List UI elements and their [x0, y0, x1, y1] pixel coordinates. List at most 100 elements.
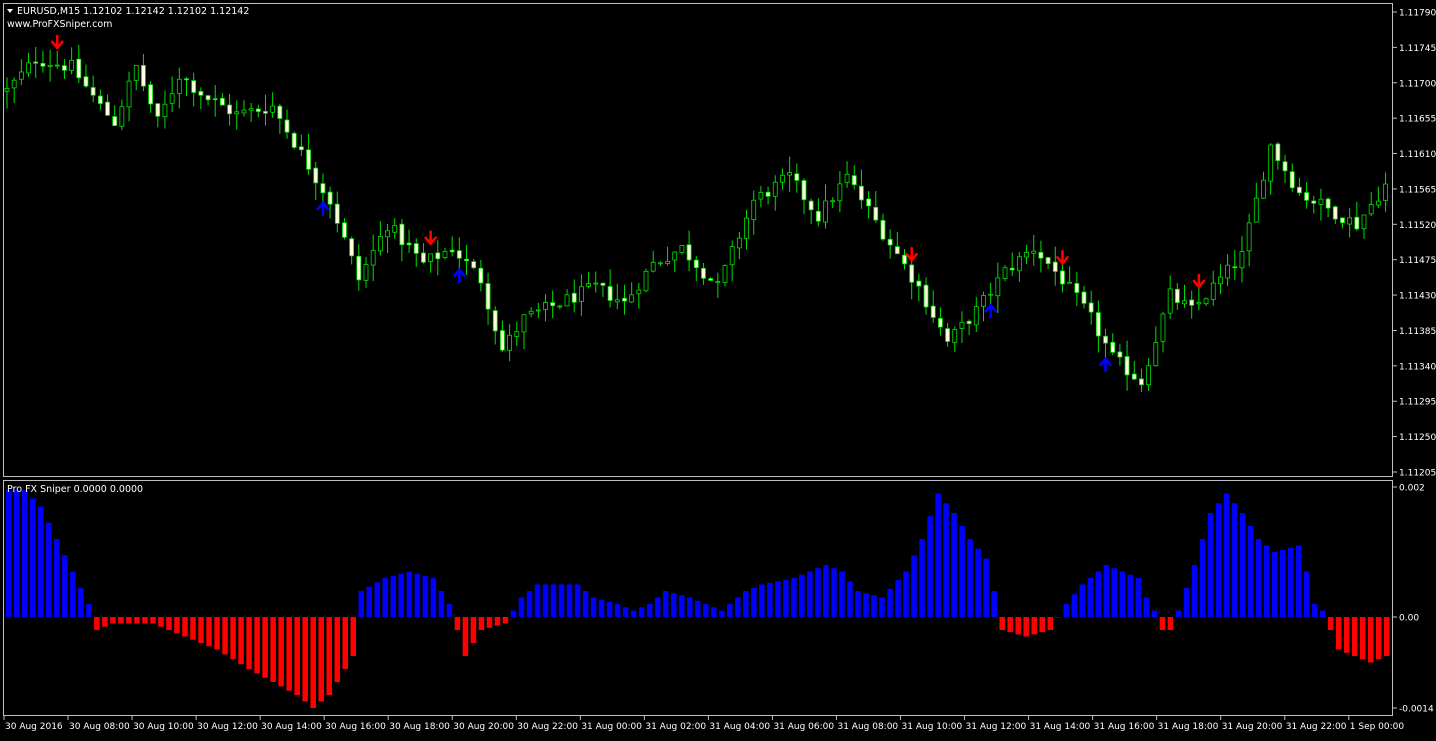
candle-body — [1289, 171, 1295, 189]
histogram-bar — [1215, 503, 1222, 617]
candle-body — [191, 80, 197, 93]
histogram-bar — [703, 604, 709, 617]
candle-body — [1232, 266, 1238, 269]
candle-body — [464, 258, 469, 262]
candle-body — [966, 320, 972, 325]
histogram-bar — [518, 597, 525, 617]
candle-body — [284, 119, 290, 133]
histogram-bar — [550, 584, 557, 617]
histogram-bar — [270, 617, 276, 682]
histogram-bar — [1231, 503, 1238, 617]
histogram-bar — [566, 584, 573, 617]
time-tick-label: 31 Aug 12:00 — [966, 722, 1027, 732]
histogram-bar — [286, 617, 292, 691]
histogram-bar — [951, 513, 957, 617]
histogram-bar — [334, 617, 340, 682]
candle-body — [1016, 256, 1022, 272]
candle-body — [349, 238, 355, 257]
candle-body — [1340, 217, 1345, 224]
time-tick-label: 31 Aug 10:00 — [902, 722, 963, 732]
histogram-bar — [62, 555, 68, 617]
candle-body — [370, 250, 376, 266]
chart-canvas[interactable]: 1.11790 1.11745 1.11700 1.11655 1.11610 1.115… — [0, 0, 1436, 737]
candle-body — [1297, 186, 1302, 194]
candle-body — [765, 191, 771, 197]
histogram-bar — [454, 617, 461, 630]
histogram-bar — [382, 578, 389, 617]
histogram-bar — [1071, 594, 1078, 617]
candle-body — [894, 246, 900, 255]
candle-body — [521, 314, 527, 333]
histogram-bar — [1375, 617, 1382, 660]
candle-body — [263, 111, 268, 114]
candle-body — [1002, 267, 1008, 279]
histogram-bar — [206, 617, 212, 647]
candle-body — [1067, 281, 1073, 284]
price-tick-label: 1.11475 — [1399, 256, 1436, 266]
histogram-bar — [390, 575, 397, 617]
histogram-bar — [406, 571, 413, 617]
histogram-bar — [1319, 610, 1326, 617]
candle-body — [69, 59, 75, 71]
histogram-bar — [630, 610, 637, 617]
time-tick-label: 31 Aug 20:00 — [1222, 722, 1283, 732]
candle-body — [945, 328, 950, 342]
candle-body — [1052, 261, 1058, 272]
candle-body — [1153, 342, 1159, 367]
candle-body — [787, 172, 793, 176]
candle-body — [751, 199, 757, 221]
histogram-bar — [358, 591, 365, 617]
candle-body — [837, 183, 843, 202]
candle-body — [377, 236, 383, 252]
histogram-bar — [863, 593, 869, 617]
candle-body — [356, 255, 362, 281]
candle-body — [385, 230, 390, 238]
candle-body — [485, 283, 491, 310]
candle-body — [234, 111, 240, 115]
candle-body — [97, 95, 103, 104]
histogram-bar — [478, 617, 485, 630]
histogram-bar — [150, 617, 156, 624]
histogram-bar — [542, 584, 549, 617]
candle-body — [622, 297, 627, 302]
histogram-bar — [110, 617, 116, 624]
candle-body — [801, 180, 807, 201]
price-tick-label: 1.11745 — [1399, 44, 1436, 54]
candle-body — [1246, 222, 1252, 252]
histogram-bar — [1311, 604, 1318, 617]
histogram-bar — [126, 617, 132, 624]
candle-body — [363, 264, 369, 281]
candle-body — [535, 309, 541, 312]
candle-body — [643, 270, 649, 292]
histogram-bar — [670, 593, 677, 617]
histogram-bar — [935, 493, 941, 617]
candle-body — [1074, 283, 1080, 293]
candle-body — [657, 262, 663, 265]
website-label: www.ProFXSniper.com — [7, 19, 112, 30]
trading-chart[interactable]: 1.11790 1.11745 1.11700 1.11655 1.11610 1.115… — [0, 0, 1436, 737]
histogram-bar — [1127, 574, 1134, 617]
candle — [291, 131, 297, 150]
histogram-bar — [1143, 597, 1150, 617]
candle-body — [492, 310, 498, 332]
candle-body — [772, 181, 778, 197]
candle-body — [176, 78, 182, 94]
candle-body — [33, 61, 39, 64]
time-tick-label: 31 Aug 02:00 — [645, 722, 706, 732]
histogram-bar — [422, 575, 429, 617]
histogram-bar — [302, 617, 308, 702]
candle-body — [83, 76, 89, 87]
candle-body — [342, 222, 347, 238]
histogram-bar — [823, 565, 829, 617]
candle-body — [1332, 206, 1338, 220]
indicator-label: Pro FX Sniper 0.0000 0.0000 — [7, 484, 143, 495]
candle-body — [1060, 270, 1065, 285]
candle-body — [1311, 200, 1317, 204]
candle-body — [11, 79, 17, 89]
candle-body — [679, 244, 685, 253]
candle-body — [636, 289, 642, 295]
candle-body — [277, 105, 283, 119]
candle-body — [923, 284, 929, 308]
time-tick-label: 30 Aug 20:00 — [453, 722, 514, 732]
histogram-bar — [486, 617, 493, 628]
